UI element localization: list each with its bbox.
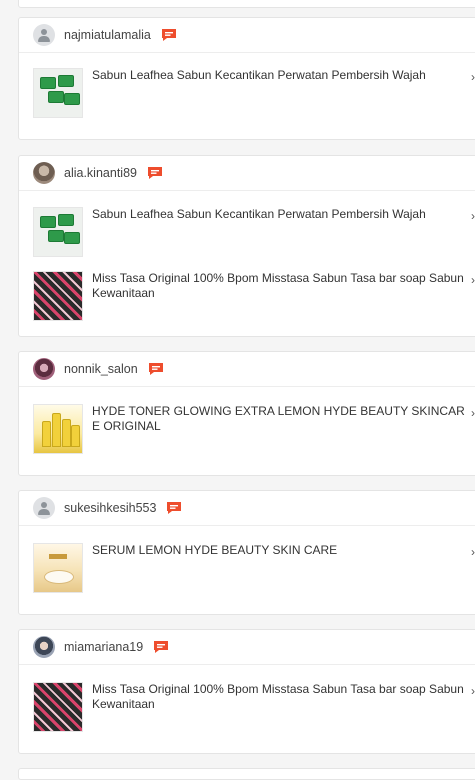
buyer-card: sukesihkesih553 SERUM LEMON HYDE BEAUTY … [18,490,475,615]
username[interactable]: miamariana19 [64,640,143,654]
product-thumbnail [33,207,83,257]
buyer-header: miamariana19 [19,630,475,665]
product-item[interactable]: Sabun Leafhea Sabun Kecantikan Perwatan … [19,207,475,271]
chevron-right-icon[interactable]: › [471,209,475,223]
product-item[interactable]: Sabun Leafhea Sabun Kecantikan Perwatan … [19,68,475,132]
product-name[interactable]: Miss Tasa Original 100% Bpom Misstasa Sa… [92,682,467,712]
buyer-card: najmiatulamalia Sabun Leafhea Sabun Keca… [18,17,475,140]
product-name[interactable]: SERUM LEMON HYDE BEAUTY SKIN CARE [92,543,467,558]
chat-bubble-icon[interactable] [153,640,169,654]
chevron-right-icon[interactable]: › [471,273,475,287]
avatar[interactable] [33,497,55,519]
product-name[interactable]: Miss Tasa Original 100% Bpom Misstasa Sa… [92,271,467,301]
buyer-header: nonnik_salon [19,352,475,387]
buyer-card: alia.kinanti89 Sabun Leafhea Sabun Kecan… [18,155,475,337]
username[interactable]: sukesihkesih553 [64,501,156,515]
username[interactable]: alia.kinanti89 [64,166,137,180]
chevron-right-icon[interactable]: › [471,545,475,559]
product-thumbnail [33,404,83,454]
buyer-header: sukesihkesih553 [19,491,475,526]
chat-bubble-icon[interactable] [147,166,163,180]
avatar[interactable] [33,636,55,658]
avatar[interactable] [33,162,55,184]
product-item[interactable]: HYDE TONER GLOWING EXTRA LEMON HYDE BEAU… [19,404,475,468]
buyer-card: miamariana19 Miss Tasa Original 100% Bpo… [18,629,475,754]
product-thumbnail [33,543,83,593]
chevron-right-icon[interactable]: › [471,406,475,420]
avatar[interactable] [33,358,55,380]
username[interactable]: najmiatulamalia [64,28,151,42]
chat-bubble-icon[interactable] [161,28,177,42]
chevron-right-icon[interactable]: › [471,70,475,84]
product-thumbnail [33,682,83,732]
buyer-header: najmiatulamalia [19,18,475,53]
product-thumbnail [33,68,83,118]
product-thumbnail [33,271,83,321]
product-item[interactable]: Miss Tasa Original 100% Bpom Misstasa Sa… [19,271,475,335]
product-name[interactable]: Sabun Leafhea Sabun Kecantikan Perwatan … [92,207,467,222]
product-item[interactable]: Miss Tasa Original 100% Bpom Misstasa Sa… [19,682,475,746]
buyer-card: nonnik_salon HYDE TONER GLOWING EXTRA LE… [18,351,475,476]
previous-card-edge [18,0,475,8]
avatar[interactable] [33,24,55,46]
next-card-edge [18,768,475,780]
product-item[interactable]: SERUM LEMON HYDE BEAUTY SKIN CARE › [19,543,475,607]
chat-bubble-icon[interactable] [166,501,182,515]
buyer-header: alia.kinanti89 [19,156,475,191]
product-name[interactable]: Sabun Leafhea Sabun Kecantikan Perwatan … [92,68,467,83]
product-name[interactable]: HYDE TONER GLOWING EXTRA LEMON HYDE BEAU… [92,404,467,434]
chevron-right-icon[interactable]: › [471,684,475,698]
username[interactable]: nonnik_salon [64,362,138,376]
chat-bubble-icon[interactable] [148,362,164,376]
